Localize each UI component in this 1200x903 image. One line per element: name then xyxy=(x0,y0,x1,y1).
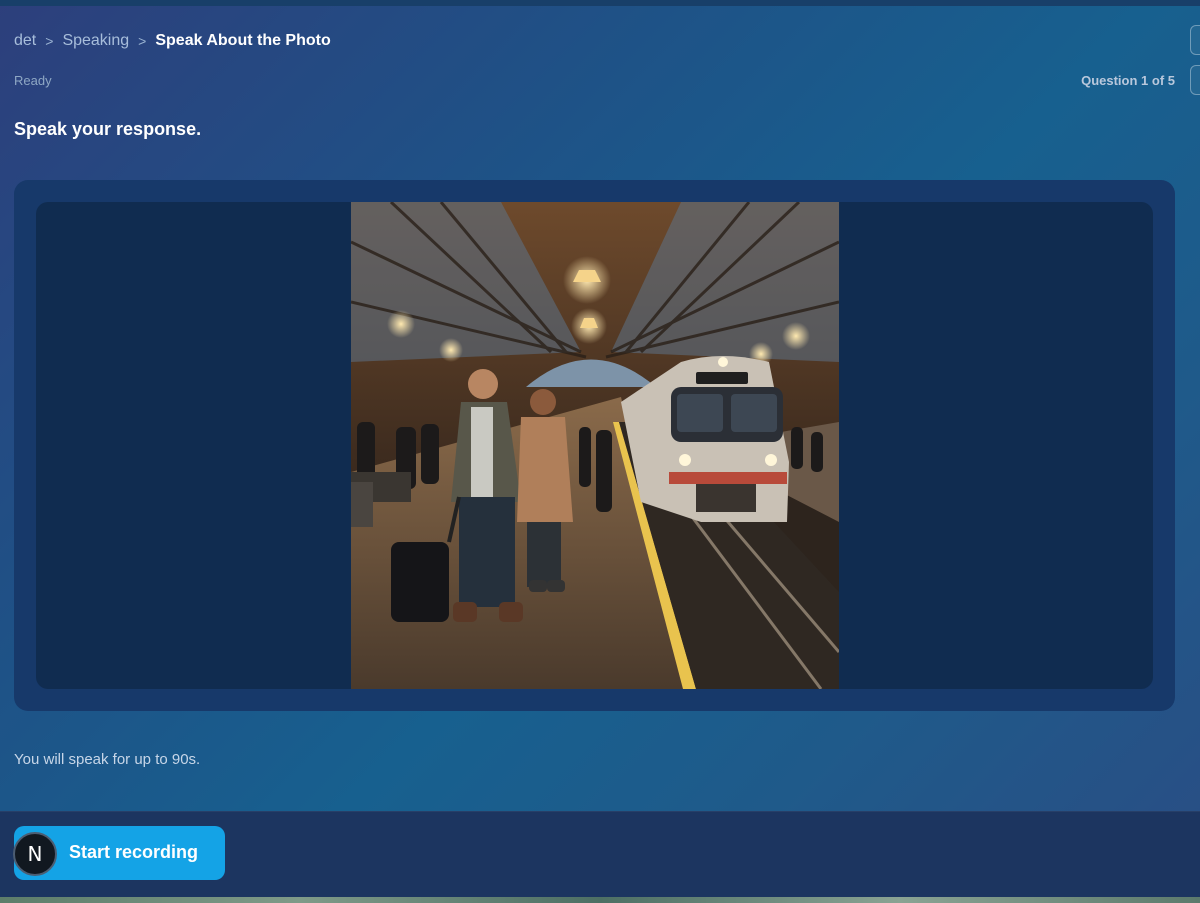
edge-action-button[interactable] xyxy=(1190,25,1200,55)
breadcrumb: det > Speaking > Speak About the Photo xyxy=(14,32,331,50)
breadcrumb-item-speaking[interactable]: Speaking xyxy=(62,32,129,50)
start-recording-label: Start recording xyxy=(69,842,199,862)
status-text: Ready xyxy=(14,73,52,88)
photo-card xyxy=(14,180,1175,711)
train-platform-photo xyxy=(351,202,839,689)
breadcrumb-item-det[interactable]: det xyxy=(14,32,36,50)
question-progress: Question 1 of 5 xyxy=(1081,73,1175,88)
top-bar xyxy=(0,0,1200,6)
breadcrumb-separator: > xyxy=(138,33,147,49)
app-window: det > Speaking > Speak About the Photo R… xyxy=(0,0,1200,903)
edge-action-button[interactable] xyxy=(1190,65,1200,95)
page-title: Speak About the Photo xyxy=(155,32,331,49)
photo-frame xyxy=(36,202,1153,689)
speaking-time-hint: You will speak for up to 90s. xyxy=(14,751,201,768)
prompt-instruction: Speak your response. xyxy=(14,119,202,139)
desktop-wallpaper-strip xyxy=(0,897,1200,903)
breadcrumb-separator: > xyxy=(45,33,54,49)
n-logo-icon[interactable]: N xyxy=(13,832,57,876)
